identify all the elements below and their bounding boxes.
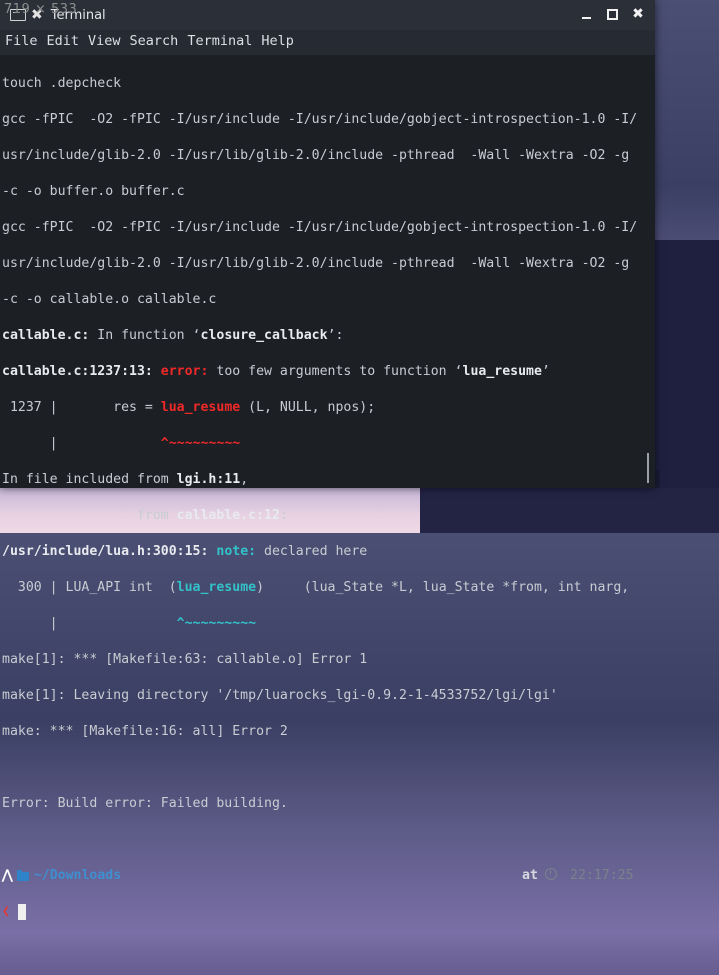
error-highlight: lua_resume xyxy=(160,400,241,415)
text-segment: too few arguments to function ‘ xyxy=(216,364,463,379)
note-label: note: xyxy=(216,544,265,559)
text-segment: : xyxy=(279,508,288,523)
error-caret: ^~~~~~~~~~ xyxy=(160,436,241,451)
output-line: 1237 | res = lua_resume (L, NULL, npos); xyxy=(2,399,655,417)
output-line: 300 | LUA_API int (lua_resume) (lua_Stat… xyxy=(2,579,655,597)
prompt-time: 22:17:25 xyxy=(570,868,634,883)
note-highlight: lua_resume xyxy=(176,580,257,595)
input-line[interactable]: ❮ xyxy=(2,903,655,921)
at-label: at xyxy=(522,868,538,883)
text-segment: 300 | LUA_API int ( xyxy=(2,580,177,595)
current-directory: ~/Downloads xyxy=(33,868,122,883)
text-segment: ’ xyxy=(541,364,550,379)
text-segment: In function ‘ xyxy=(89,328,201,343)
output-line: make: *** [Makefile:16: all] Error 2 xyxy=(2,724,288,739)
output-line: -c -o callable.o callable.c xyxy=(2,292,217,307)
file-ref: callable.c:1237:13: xyxy=(2,364,161,379)
output-line: callable.c:1237:13: error: too few argum… xyxy=(2,363,655,381)
titlebar[interactable]: ✖ Terminal ✖ xyxy=(0,0,655,30)
text-segment: ) (lua_State *L, lua_State *from, int na… xyxy=(256,580,630,595)
menu-view[interactable]: View xyxy=(88,33,121,49)
output-line: usr/include/glib-2.0 -I/usr/lib/glib-2.0… xyxy=(2,256,630,271)
terminal-window: ✖ Terminal ✖ File Edit View Search Termi… xyxy=(0,0,655,920)
menu-terminal[interactable]: Terminal xyxy=(187,33,252,49)
maximize-button[interactable] xyxy=(605,6,619,22)
output-line: callable.c: In function ‘closure_callbac… xyxy=(2,327,655,345)
text-segment: declared here xyxy=(264,544,368,559)
function-name: closure_callback xyxy=(200,328,328,343)
output-line: usr/include/glib-2.0 -I/usr/lib/glib-2.0… xyxy=(2,148,630,163)
text-segment: (L, NULL, npos); xyxy=(240,400,376,415)
output-line: make[1]: *** [Makefile:63: callable.o] E… xyxy=(2,652,368,667)
file-ref: /usr/include/lua.h:300:15: xyxy=(2,544,217,559)
function-name: lua_resume xyxy=(462,364,542,379)
text-cursor xyxy=(17,904,26,920)
text-segment: | xyxy=(2,436,161,451)
error-label: error: xyxy=(160,364,217,379)
output-line: gcc -fPIC -O2 -fPIC -I/usr/include -I/us… xyxy=(2,220,638,235)
terminal-output[interactable]: touch .depcheck gcc -fPIC -O2 -fPIC -I/u… xyxy=(0,55,655,920)
text-segment: , xyxy=(240,472,249,487)
menu-edit[interactable]: Edit xyxy=(47,33,80,49)
prompt-status-line: ⋀ ~/Downloads at 22:17:25 xyxy=(2,867,655,885)
close-button[interactable]: ✖ xyxy=(631,6,645,22)
note-caret: ^~~~~~~~~~ xyxy=(176,616,257,631)
menubar: File Edit View Search Terminal Help xyxy=(0,30,655,52)
prompt-arrow-icon: ❮ xyxy=(2,904,10,919)
output-line: | ^~~~~~~~~~ xyxy=(2,615,655,633)
folder-icon xyxy=(16,869,29,881)
text-segment: 1237 | res = xyxy=(2,400,161,415)
text-segment: | xyxy=(2,616,177,631)
size-watermark: 719 × 533 xyxy=(4,2,78,17)
output-line: touch .depcheck xyxy=(2,76,122,91)
prompt-caret-icon: ⋀ xyxy=(2,868,13,883)
clock-icon xyxy=(545,868,557,880)
text-segment: In file included from xyxy=(2,472,177,487)
output-line: -c -o buffer.o buffer.c xyxy=(2,184,185,199)
menu-file[interactable]: File xyxy=(5,33,38,49)
scrollbar[interactable] xyxy=(647,453,649,483)
text-segment: ’: xyxy=(327,328,344,343)
menu-search[interactable]: Search xyxy=(130,33,179,49)
minimize-button[interactable] xyxy=(579,6,593,22)
output-line: make[1]: Leaving directory '/tmp/luarock… xyxy=(2,688,558,703)
output-line: Error: Build error: Failed building. xyxy=(2,796,288,811)
file-ref: callable.c:12 xyxy=(176,508,280,523)
output-line: In file included from lgi.h:11, xyxy=(2,471,655,489)
window-controls: ✖ xyxy=(579,6,645,22)
text-segment: from xyxy=(2,508,177,523)
file-ref: callable.c: xyxy=(2,328,90,343)
file-ref: lgi.h:11 xyxy=(176,472,241,487)
menu-help[interactable]: Help xyxy=(261,33,294,49)
output-line: /usr/include/lua.h:300:15: note: declare… xyxy=(2,543,655,561)
output-line: | ^~~~~~~~~~ xyxy=(2,435,655,453)
output-line: from callable.c:12: xyxy=(2,507,655,525)
output-line: gcc -fPIC -O2 -fPIC -I/usr/include -I/us… xyxy=(2,112,638,127)
